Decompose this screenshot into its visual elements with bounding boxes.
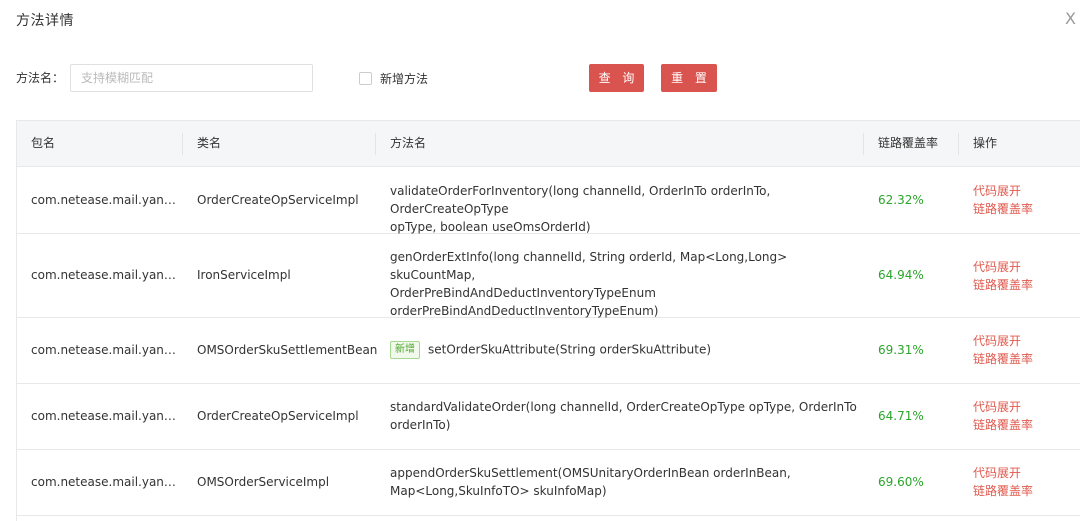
method-line: genOrderExtInfo(long channelId, String o… [390, 250, 788, 282]
expand-code-link[interactable]: 代码展开 [973, 258, 1073, 276]
package-cell: com.netease.mail.yanx… [31, 343, 181, 357]
actions-cell: 代码展开 链路覆盖率 [973, 464, 1073, 500]
table-row: com.netease.mail.yanx… OMSOrderSkuSettle… [17, 318, 1080, 384]
method-line: orderInTo) [390, 418, 451, 432]
column-divider [958, 133, 959, 155]
method-cell: standardValidateOrder(long channelId, Or… [390, 398, 860, 434]
method-cell: validateOrderForInventory(long channelId… [390, 182, 860, 236]
method-line: Map<Long,SkuInfoTO> skuInfoMap) [390, 484, 607, 498]
method-line: setOrderSkuAttribute(String orderSkuAttr… [428, 342, 712, 357]
new-method-tag: 新增 [390, 340, 420, 359]
table-row: com.netease.mail.yanx… OrderCreateOpServ… [17, 384, 1080, 450]
actions-cell: 代码展开 链路覆盖率 [973, 182, 1073, 218]
column-divider [863, 133, 864, 155]
new-method-checkbox-label: 新增方法 [380, 71, 429, 86]
package-cell: com.netease.mail.yanx… [31, 475, 181, 489]
column-divider [182, 133, 183, 155]
column-header-package: 包名 [31, 136, 56, 150]
class-cell: OrderCreateOpServiceImpl [197, 193, 359, 207]
column-header-class: 类名 [197, 136, 222, 150]
method-line: appendOrderSkuSettlement(OMSUnitaryOrder… [390, 466, 791, 480]
method-line: standardValidateOrder(long channelId, Or… [390, 400, 857, 414]
method-line: OrderPreBindAndDeductInventoryTypeEnum [390, 286, 656, 300]
method-search-input[interactable] [70, 64, 313, 92]
table-header: 包名 类名 方法名 链路覆盖率 操作 [17, 121, 1080, 167]
package-cell: com.netease.mail.yanx… [31, 409, 181, 423]
method-cell: appendOrderSkuSettlement(OMSUnitaryOrder… [390, 464, 860, 500]
query-button[interactable]: 查 询 [589, 64, 644, 92]
package-cell: com.netease.mail.yanx… [31, 268, 181, 282]
column-header-coverage: 链路覆盖率 [878, 136, 939, 150]
table-row: com.netease.mail.yanx… IronServiceImpl g… [17, 234, 1080, 318]
column-header-actions: 操作 [973, 136, 998, 150]
coverage-rate: 69.60% [878, 475, 924, 489]
coverage-link[interactable]: 链路覆盖率 [973, 482, 1073, 500]
coverage-link[interactable]: 链路覆盖率 [973, 416, 1073, 434]
close-icon[interactable]: X [1065, 10, 1076, 28]
coverage-rate: 64.71% [878, 409, 924, 423]
expand-code-link[interactable]: 代码展开 [973, 464, 1073, 482]
modal-header: 方法详情 X [0, 0, 1080, 40]
method-name-label: 方法名： [16, 71, 65, 85]
class-cell: OMSOrderServiceImpl [197, 475, 330, 489]
method-cell: 新增 setOrderSkuAttribute(String orderSkuAt… [390, 340, 860, 359]
method-line: validateOrderForInventory(long channelId… [390, 184, 771, 216]
new-method-checkbox[interactable]: 新增方法 [359, 69, 428, 87]
methods-table: 包名 类名 方法名 链路覆盖率 操作 com.netease.mail.yanx… [16, 120, 1080, 521]
actions-cell: 代码展开 链路覆盖率 [973, 332, 1073, 368]
method-cell: genOrderExtInfo(long channelId, String o… [390, 248, 860, 320]
coverage-rate: 62.32% [878, 193, 924, 207]
class-cell: IronServiceImpl [197, 268, 291, 282]
expand-code-link[interactable]: 代码展开 [973, 398, 1073, 416]
class-cell: OrderCreateOpServiceImpl [197, 409, 359, 423]
table-row: com.netease.mail.yanx… OrderCreateOpServ… [17, 167, 1080, 234]
coverage-rate: 69.31% [878, 343, 924, 357]
class-cell: OMSOrderSkuSettlementBean [197, 343, 378, 357]
coverage-link[interactable]: 链路覆盖率 [973, 350, 1073, 368]
expand-code-link[interactable]: 代码展开 [973, 182, 1073, 200]
reset-button[interactable]: 重 置 [661, 64, 717, 92]
expand-code-link[interactable]: 代码展开 [973, 332, 1073, 350]
table-row: com.netease.mail.yanx… OMSOrderServiceIm… [17, 450, 1080, 516]
coverage-link[interactable]: 链路覆盖率 [973, 276, 1073, 294]
actions-cell: 代码展开 链路覆盖率 [973, 398, 1073, 434]
coverage-rate: 64.94% [878, 268, 924, 282]
coverage-link[interactable]: 链路覆盖率 [973, 200, 1073, 218]
modal-title: 方法详情 [16, 13, 74, 29]
actions-cell: 代码展开 链路覆盖率 [973, 258, 1073, 294]
filter-bar: 方法名： 新增方法 查 询 重 置 [0, 60, 1080, 96]
checkbox-icon[interactable] [359, 71, 372, 85]
column-header-method: 方法名 [390, 136, 427, 150]
column-divider [375, 133, 376, 155]
package-cell: com.netease.mail.yanx… [31, 193, 181, 207]
